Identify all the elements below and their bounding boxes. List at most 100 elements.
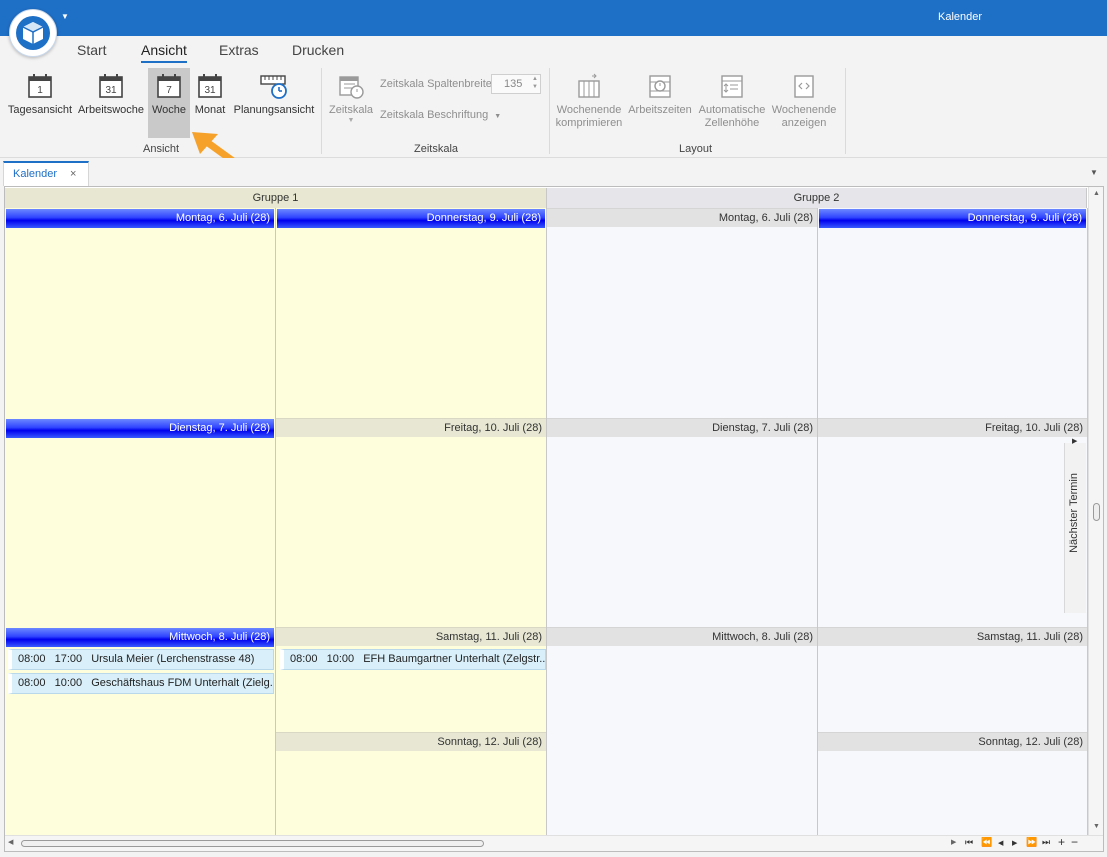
tab-start[interactable]: Start <box>77 42 107 58</box>
zoom-in-icon[interactable]: + <box>1058 835 1065 849</box>
group1-column-left[interactable]: Montag, 6. Juli (28) Dienstag, 7. Juli (… <box>5 208 276 835</box>
day-header-monday[interactable]: Montag, 6. Juli (28) <box>6 209 274 228</box>
appointment-end: 10:00 <box>326 653 355 665</box>
appointment[interactable]: 08:00 10:00 EFH Baumgartner Unterhalt (Z… <box>280 649 546 670</box>
window-title: Kalender <box>938 11 983 23</box>
spin-down-icon[interactable]: ▼ <box>532 84 538 90</box>
work-week-view-button[interactable]: 31 Arbeitswoche <box>77 68 145 138</box>
auto-row-height-button[interactable]: Automatische Zellenhöhe <box>697 68 767 138</box>
group-label-layout: Layout <box>679 143 713 155</box>
vertical-scrollbar[interactable]: ▲ ▼ <box>1088 187 1103 835</box>
group-label-ansicht: Ansicht <box>143 143 180 155</box>
work-week-view-label: Arbeitswoche <box>77 104 145 116</box>
quick-access-dropdown-icon[interactable]: ▼ <box>61 12 69 21</box>
auto-row-height-label-1: Automatische <box>698 104 766 116</box>
tab-drucken[interactable]: Drucken <box>292 42 344 58</box>
show-weekend-label-1: Wochenende <box>771 104 837 116</box>
doc-tab-label: Kalender <box>13 168 58 180</box>
ribbon-tabs: Start Ansicht Extras Drucken <box>0 36 1107 64</box>
show-weekend-button[interactable]: Wochenende anzeigen <box>770 68 838 138</box>
svg-text:31: 31 <box>105 85 117 96</box>
day-header-sunday[interactable]: Sonntag, 12. Juli (28) <box>276 732 546 751</box>
group-header-2: Gruppe 2 <box>547 188 1087 208</box>
horizontal-scrollbar[interactable]: ◀ ▶ ⏮ ⏪ ◀ ▶ ⏩ ⏭ + − <box>5 835 1103 851</box>
nav-next-icon[interactable]: ▶ <box>1012 839 1017 847</box>
next-appointment-button[interactable]: ▶ Nächster Termin <box>1064 438 1086 613</box>
auto-row-height-icon <box>721 75 743 98</box>
title-bar: ▼ Kalender <box>0 0 1107 36</box>
timescale-button[interactable]: Zeitskala ▼ <box>327 68 375 138</box>
nav-prev-icon[interactable]: ◀ <box>998 839 1003 847</box>
work-hours-button[interactable]: Arbeitszeiten <box>627 68 693 138</box>
tab-extras[interactable]: Extras <box>219 42 259 58</box>
compress-weekend-label-2: komprimieren <box>555 117 623 129</box>
column-width-label: Zeitskala Spaltenbreite <box>380 78 492 90</box>
appointment[interactable]: 08:00 10:00 Geschäftshaus FDM Unterhalt … <box>8 673 274 694</box>
week-view-button[interactable]: 7 Woche <box>148 68 190 138</box>
day-header-wednesday[interactable]: Mittwoch, 8. Juli (28) <box>6 628 274 647</box>
nav-first-icon[interactable]: ⏮ <box>965 837 973 848</box>
spin-up-icon[interactable]: ▲ <box>532 76 538 82</box>
group2-column-right[interactable]: Donnerstag, 9. Juli (28) Freitag, 10. Ju… <box>818 208 1088 835</box>
day-header-friday[interactable]: Freitag, 10. Juli (28) <box>818 418 1087 437</box>
nav-next-page-icon[interactable]: ⏩ <box>1026 837 1037 848</box>
horizontal-scroll-thumb[interactable] <box>21 840 484 847</box>
tab-list-dropdown-icon[interactable]: ▼ <box>1090 168 1098 177</box>
doc-tab-kalender[interactable]: Kalender × <box>3 161 89 186</box>
day-header-tuesday[interactable]: Dienstag, 7. Juli (28) <box>547 418 817 437</box>
scroll-left-icon[interactable]: ◀ <box>8 838 13 846</box>
calendar-day-icon: 1 <box>28 74 52 98</box>
nav-last-icon[interactable]: ⏭ <box>1042 837 1050 848</box>
appointment-subject: EFH Baumgartner Unterhalt (Zelgstr... <box>363 653 546 665</box>
calendar-week-icon: 7 <box>157 74 181 98</box>
close-tab-icon[interactable]: × <box>70 168 76 180</box>
day-header-friday[interactable]: Freitag, 10. Juli (28) <box>276 418 546 437</box>
compress-weekend-label-1: Wochenende <box>556 104 622 116</box>
day-header-saturday[interactable]: Samstag, 11. Juli (28) <box>276 627 546 646</box>
calendar-workweek-icon: 31 <box>99 74 123 98</box>
svg-text:31: 31 <box>204 85 216 96</box>
compress-weekend-button[interactable]: Wochenende komprimieren <box>555 68 623 138</box>
day-header-sunday[interactable]: Sonntag, 12. Juli (28) <box>818 732 1087 751</box>
timescale-label: Zeitskala <box>328 104 374 116</box>
app-menu-button[interactable] <box>9 9 57 57</box>
timescale-caption-dropdown[interactable]: Zeitskala Beschriftung ▼ <box>380 109 501 121</box>
scheduler: Gruppe 1 Gruppe 2 Montag, 6. Juli (28) D… <box>4 186 1104 852</box>
show-weekend-icon <box>794 75 814 98</box>
day-header-tuesday[interactable]: Dienstag, 7. Juli (28) <box>6 419 274 438</box>
ribbon-separator <box>321 68 322 154</box>
group-label-zeitskala: Zeitskala <box>414 143 459 155</box>
vertical-scroll-thumb[interactable] <box>1093 503 1100 521</box>
show-weekend-label-2: anzeigen <box>781 117 827 129</box>
svg-text:7: 7 <box>166 85 172 96</box>
compress-weekend-icon <box>578 73 600 98</box>
column-width-spinner[interactable]: 135 ▲ ▼ <box>491 74 541 94</box>
day-header-thursday[interactable]: Donnerstag, 9. Juli (28) <box>819 209 1086 228</box>
calendar-month-icon: 31 <box>198 74 222 98</box>
appointment[interactable]: 08:00 17:00 Ursula Meier (Lerchenstrasse… <box>8 649 274 670</box>
scroll-right-icon[interactable]: ▶ <box>951 838 956 846</box>
day-header-wednesday[interactable]: Mittwoch, 8. Juli (28) <box>547 627 817 646</box>
group1-column-right[interactable]: Donnerstag, 9. Juli (28) Freitag, 10. Ju… <box>276 208 547 835</box>
app-cube-icon <box>16 16 50 50</box>
appointment-start: 08:00 <box>18 677 46 689</box>
work-hours-label: Arbeitszeiten <box>628 104 692 116</box>
timeline-view-button[interactable]: Planungsansicht <box>233 68 315 138</box>
appointment-subject: Geschäftshaus FDM Unterhalt (Zielg... <box>91 677 274 689</box>
scroll-up-icon[interactable]: ▲ <box>1093 190 1100 197</box>
zoom-out-icon[interactable]: − <box>1071 835 1078 849</box>
ribbon-separator <box>549 68 550 154</box>
nav-prev-page-icon[interactable]: ⏪ <box>981 837 992 848</box>
tab-ansicht[interactable]: Ansicht <box>141 42 187 63</box>
month-view-button[interactable]: 31 Monat <box>192 68 228 138</box>
day-header-thursday[interactable]: Donnerstag, 9. Juli (28) <box>277 209 545 228</box>
day-view-button[interactable]: 1 Tagesansicht <box>6 68 74 138</box>
column-width-value: 135 <box>504 78 523 90</box>
group-header-1: Gruppe 1 <box>5 188 547 208</box>
group2-column-left[interactable]: Montag, 6. Juli (28) Dienstag, 7. Juli (… <box>547 208 818 835</box>
day-header-saturday[interactable]: Samstag, 11. Juli (28) <box>818 627 1087 646</box>
timescale-caption-label: Zeitskala Beschriftung <box>380 109 489 121</box>
scroll-down-icon[interactable]: ▼ <box>1093 823 1100 830</box>
day-header-monday[interactable]: Montag, 6. Juli (28) <box>547 208 817 227</box>
appointment-start: 08:00 <box>290 653 318 665</box>
